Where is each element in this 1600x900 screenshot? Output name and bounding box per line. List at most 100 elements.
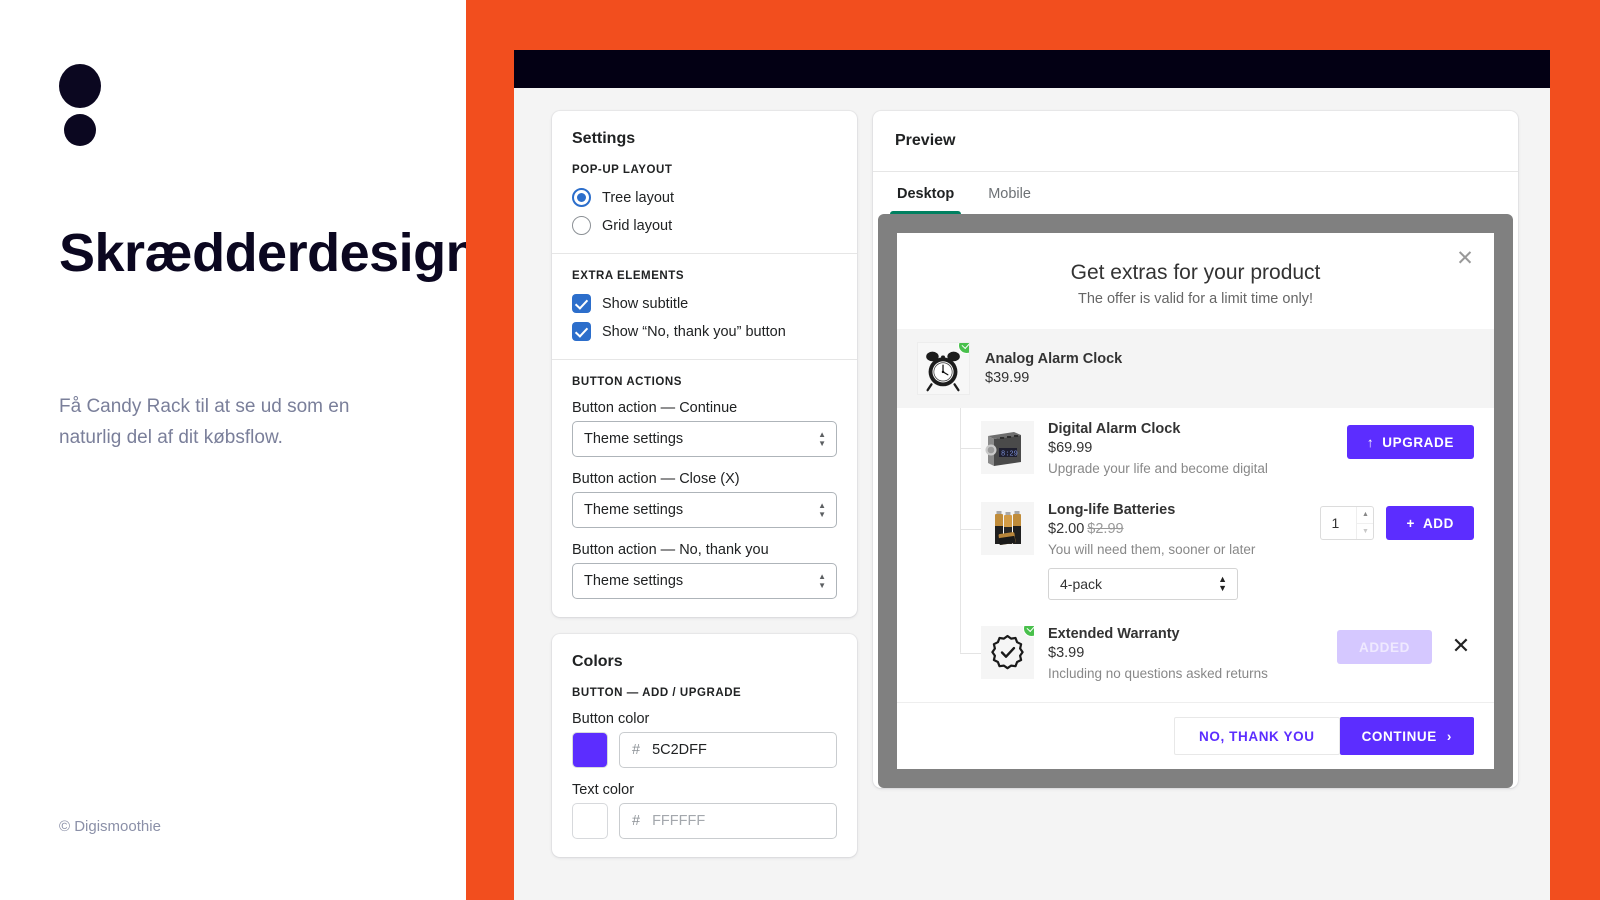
main-product-row: Analog Alarm Clock $39.99	[897, 329, 1494, 408]
select-action-close[interactable]: Theme settings ▲ ▼	[572, 492, 837, 528]
label-action-close: Button action — Close (X)	[572, 471, 740, 487]
add-button-label: ADD	[1422, 515, 1454, 531]
app-body: Settings POP-UP LAYOUT Tree layout Grid …	[514, 88, 1550, 900]
popup-layout-label: POP-UP LAYOUT	[572, 164, 673, 176]
popup-preview-frame: Get extras for your product The offer is…	[878, 214, 1513, 788]
settings-card: Settings POP-UP LAYOUT Tree layout Grid …	[552, 111, 857, 617]
price-value: $2.00	[1048, 521, 1085, 537]
product-description: Upgrade your life and become digital	[1048, 461, 1268, 476]
offer-actions: 1 ▲ ▼ + ADD	[1320, 502, 1474, 540]
button-color-hex-input[interactable]: # 5C2DFF	[619, 732, 837, 768]
offer-info: Long-life Batteries $2.00 $2.99 You will …	[1048, 502, 1306, 600]
variant-value: 4-pack	[1060, 576, 1103, 592]
checkbox-label: Show “No, thank you” button	[602, 323, 786, 340]
app-window: Settings POP-UP LAYOUT Tree layout Grid …	[514, 50, 1550, 900]
battery-icon	[995, 511, 1021, 545]
checkbox-label: Show subtitle	[602, 295, 689, 312]
svg-text:8:29: 8:29	[1001, 451, 1018, 459]
tab-desktop[interactable]: Desktop	[889, 172, 962, 214]
text-color-hex-input[interactable]: # FFFFFF	[619, 803, 837, 839]
tree-connector-horizontal	[960, 529, 981, 530]
radio-label: Tree layout	[602, 189, 674, 206]
remove-icon[interactable]: ✕	[1448, 634, 1474, 660]
extra-elements-section: EXTRA ELEMENTS Show subtitle Show “No, t…	[552, 253, 857, 359]
colors-card: Colors BUTTON — ADD / UPGRADE Button col…	[552, 634, 857, 857]
continue-button[interactable]: CONTINUE ›	[1339, 717, 1474, 755]
checkbox-indicator[interactable]	[572, 294, 591, 313]
radio-indicator[interactable]	[572, 216, 591, 235]
button-actions-label: BUTTON ACTIONS	[572, 376, 682, 388]
radio-grid-layout[interactable]: Grid layout	[572, 216, 837, 235]
product-description: You will need them, sooner or later	[1048, 542, 1256, 557]
offer-info: Digital Alarm Clock $69.99 Upgrade your …	[1048, 421, 1333, 476]
close-icon[interactable]: ✕	[1454, 248, 1476, 271]
radio-indicator[interactable]	[572, 188, 591, 207]
quantity-arrows: ▲ ▼	[1356, 507, 1374, 540]
text-color-swatch[interactable]	[572, 803, 608, 839]
price-value: $69.99	[1048, 440, 1093, 456]
hex-value: 5C2DFF	[652, 742, 707, 758]
product-name: Extended Warranty	[1048, 626, 1180, 642]
popup-layout-section: POP-UP LAYOUT Tree layout Grid layout	[552, 148, 857, 253]
label-button-color: Button color	[572, 711, 650, 727]
continue-button-label: CONTINUE	[1361, 728, 1437, 744]
checkbox-indicator[interactable]	[572, 322, 591, 341]
preview-title: Preview	[873, 111, 1518, 172]
label-text-color: Text color	[572, 782, 635, 798]
price-old: $2.99	[1087, 521, 1124, 537]
product-price: $3.99	[1048, 645, 1323, 661]
tree-connector-vertical	[960, 489, 961, 613]
button-actions-section: BUTTON ACTIONS Button action — Continue …	[552, 359, 857, 617]
offer-info: Extended Warranty $3.99 Including no que…	[1048, 626, 1323, 681]
select-action-no-thank-you[interactable]: Theme settings ▲ ▼	[572, 563, 837, 599]
product-name: Analog Alarm Clock	[985, 351, 1123, 367]
arrow-up-icon: ↑	[1366, 434, 1375, 450]
digital-alarm-clock-image: 8:29	[981, 421, 1034, 474]
popup-title: Get extras for your product	[1070, 261, 1321, 284]
variant-select[interactable]: 4-pack ▲ ▼	[1048, 568, 1238, 600]
select-value: Theme settings	[584, 573, 684, 589]
chevron-updown-icon: ▲ ▼	[1218, 574, 1227, 593]
no-thank-you-button[interactable]: NO, THANK YOU	[1174, 717, 1340, 755]
offer-actions: ↑ UPGRADE	[1346, 421, 1474, 459]
hex-value: FFFFFF	[652, 813, 706, 829]
popup-header: Get extras for your product The offer is…	[897, 233, 1494, 329]
upgrade-button[interactable]: ↑ UPGRADE	[1346, 425, 1474, 459]
added-button-label: ADDED	[1358, 639, 1410, 655]
add-button[interactable]: + ADD	[1386, 506, 1474, 540]
offer-row: Extended Warranty $3.99 Including no que…	[897, 613, 1494, 694]
chevron-updown-icon: ▲ ▼	[818, 430, 826, 448]
screen: Skrædderdesignet Få Candy Rack til at se…	[0, 0, 1600, 900]
quantity-stepper[interactable]: 1 ▲ ▼	[1320, 506, 1375, 540]
settings-card-title: Settings	[572, 130, 636, 147]
button-color-swatch[interactable]	[572, 732, 608, 768]
digital-clock-icon: 8:29	[985, 432, 1021, 466]
chevron-updown-icon: ▲ ▼	[818, 572, 826, 590]
radio-tree-layout[interactable]: Tree layout	[572, 188, 837, 207]
page-title: Skrædderdesignet	[59, 223, 526, 283]
colors-card-title: Colors	[572, 653, 623, 670]
added-button[interactable]: ADDED	[1336, 630, 1432, 664]
checkbox-show-subtitle[interactable]: Show subtitle	[572, 294, 837, 313]
upsell-popup: Get extras for your product The offer is…	[897, 233, 1494, 769]
select-action-continue[interactable]: Theme settings ▲ ▼	[572, 421, 837, 457]
hash-symbol: #	[632, 813, 641, 829]
logo-dot-small	[64, 114, 96, 146]
copyright-text: © Digismoothie	[59, 818, 161, 835]
label-action-no-thank-you: Button action — No, thank you	[572, 542, 769, 558]
preview-column: Preview Desktop Mobile Get extras for yo…	[873, 111, 1518, 900]
plus-icon: +	[1406, 515, 1415, 531]
select-value: Theme settings	[584, 431, 684, 447]
tree-connector-horizontal	[960, 653, 981, 654]
preview-tabs: Desktop Mobile	[873, 172, 1518, 214]
checkbox-show-no-thank-you[interactable]: Show “No, thank you” button	[572, 322, 837, 341]
tree-connector-vertical	[960, 613, 961, 653]
offer-row: Long-life Batteries $2.00 $2.99 You will …	[897, 489, 1494, 613]
tab-mobile[interactable]: Mobile	[986, 172, 1033, 214]
quantity-increment-icon[interactable]: ▲	[1357, 507, 1373, 523]
product-price: $39.99	[985, 370, 1030, 386]
settings-column: Settings POP-UP LAYOUT Tree layout Grid …	[552, 111, 857, 900]
marketing-panel: Skrædderdesignet Få Candy Rack til at se…	[0, 0, 526, 900]
quantity-decrement-icon[interactable]: ▼	[1357, 522, 1374, 540]
page-subcopy: Få Candy Rack til at se ud som en naturl…	[59, 396, 350, 448]
